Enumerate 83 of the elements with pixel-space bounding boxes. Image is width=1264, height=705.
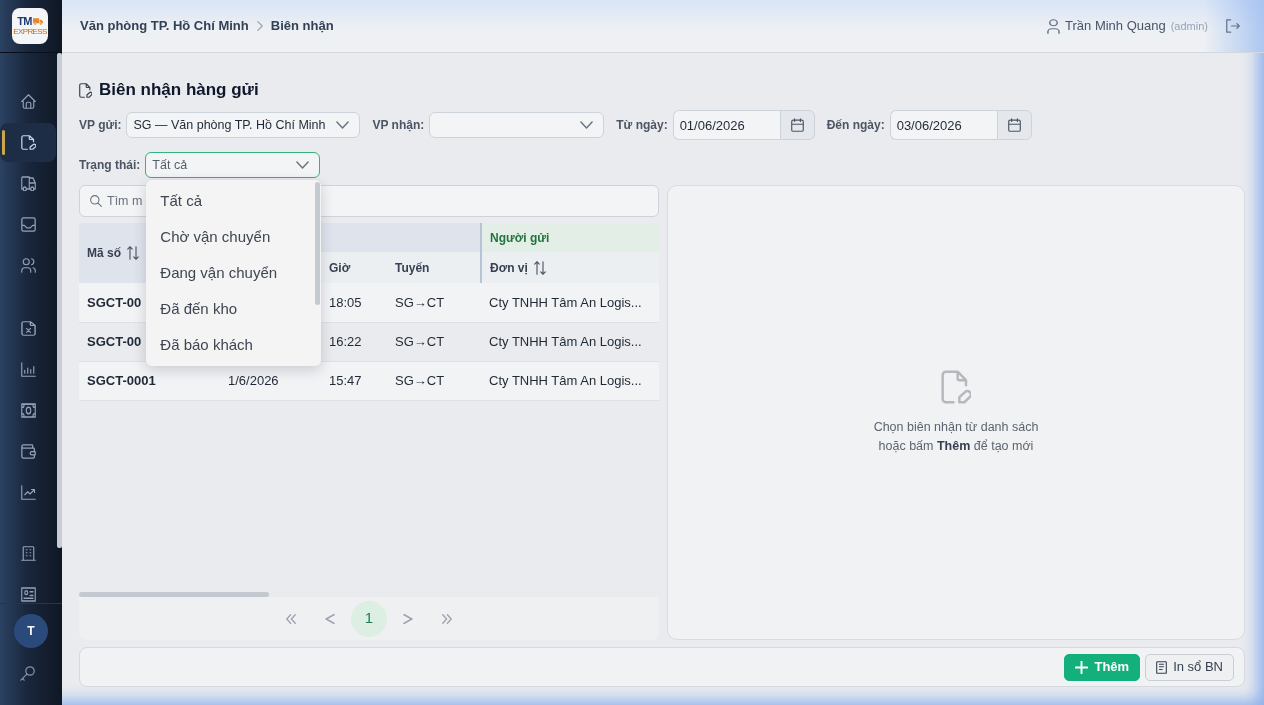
filter-label: Trạng thái: xyxy=(79,157,141,174)
file-pencil-icon xyxy=(79,82,92,98)
calendar-button[interactable] xyxy=(779,110,815,140)
column-header: Tuyến xyxy=(395,259,430,277)
scrollbar-thumb[interactable] xyxy=(315,182,321,305)
dropdown-option[interactable]: Đang vận chuyển xyxy=(146,255,313,291)
double-chevron-right-icon xyxy=(442,613,452,624)
dropdown-option[interactable]: Đã báo khách xyxy=(146,327,313,363)
column-header: Giờ xyxy=(329,259,351,277)
receipt-code: SGCT-00 xyxy=(87,333,142,349)
scrollbar-thumb[interactable] xyxy=(57,53,62,548)
logo-text: TM xyxy=(17,16,32,27)
receipt-date: 1/6/2026 xyxy=(228,372,279,388)
receipt-time: 18:05 xyxy=(329,294,362,310)
receipt-code: SGCT-00 xyxy=(87,294,142,310)
chevron-left-icon xyxy=(325,613,335,624)
sort-arrows-icon xyxy=(533,260,546,275)
sender-unit: Cty TNHH Tâm An Logis... xyxy=(489,372,642,388)
dropdown-option[interactable]: Đã đến kho xyxy=(146,291,313,327)
sender-unit: Cty TNHH Tâm An Logis... xyxy=(489,333,642,349)
logo-tagline: EXPRESS xyxy=(13,28,47,36)
double-chevron-left-icon xyxy=(286,613,296,624)
user-name: Trần Minh Quang xyxy=(1065,17,1166,36)
logout-icon xyxy=(1226,19,1240,33)
key-icon xyxy=(20,666,35,681)
route-text: SG→CT xyxy=(395,294,445,310)
banknote-icon xyxy=(20,402,36,418)
calendar-icon xyxy=(1007,118,1021,132)
print-book-button[interactable]: In sổ BN xyxy=(1145,653,1234,681)
user-avatar[interactable]: T xyxy=(14,614,48,648)
column-header[interactable]: Mã số xyxy=(87,244,139,262)
id-card-icon xyxy=(20,586,36,602)
status-select[interactable]: Tất cả xyxy=(145,152,321,178)
calendar-icon xyxy=(790,118,804,132)
dropdown-option[interactable]: Chờ vận chuyển xyxy=(146,219,313,255)
dropdown-option[interactable]: Tất cả xyxy=(146,183,313,219)
users-icon xyxy=(20,257,36,273)
truck-icon xyxy=(20,175,36,191)
date-field[interactable]: 01/06/2026 xyxy=(672,110,780,140)
line-chart-icon xyxy=(20,484,36,500)
filter-label: VP gửi: xyxy=(79,117,122,134)
page-title: Biên nhận hàng gửi xyxy=(99,79,259,101)
breadcrumb-current: Biên nhận xyxy=(270,17,334,36)
chevron-right-icon xyxy=(256,21,263,31)
column-header[interactable]: Đơn vị xyxy=(490,258,546,277)
sort-arrows-icon xyxy=(127,246,139,260)
chevron-down-icon xyxy=(580,121,594,129)
logout-button[interactable] xyxy=(1226,19,1240,33)
chevron-down-icon xyxy=(336,121,350,129)
page-button[interactable]: 1 xyxy=(351,600,387,637)
route-text: SG→CT xyxy=(395,372,445,388)
office-select[interactable]: SG — Văn phòng TP. Hồ Chí Minh xyxy=(126,112,361,138)
scrollbar-thumb[interactable] xyxy=(79,592,269,597)
breadcrumb-link[interactable]: Văn phòng TP. Hồ Chí Minh xyxy=(80,16,249,36)
bar-chart-icon xyxy=(20,361,36,377)
notebook-icon xyxy=(1156,660,1168,674)
receipt-time: 15:47 xyxy=(329,372,362,388)
user-role: (admin) xyxy=(1170,18,1208,34)
truck-icon xyxy=(32,18,43,25)
empty-state-message: Chọn biên nhận từ danh sách hoặc bấm Thêm để tạo mới xyxy=(872,418,1040,455)
sender-unit: Cty TNHH Tâm An Logis... xyxy=(489,294,642,310)
wallet-icon xyxy=(20,443,36,459)
sidebar-nav-button[interactable] xyxy=(0,122,56,162)
chevron-right-icon xyxy=(403,613,413,624)
calendar-button[interactable] xyxy=(996,110,1032,140)
tray-icon xyxy=(20,216,36,232)
file-pencil-icon xyxy=(941,369,971,404)
column-group-header: Người gửi xyxy=(490,230,550,245)
filter-label: VP nhận: xyxy=(372,117,425,134)
filter-label: Từ ngày: xyxy=(616,117,668,134)
receipt-time: 16:22 xyxy=(329,333,362,349)
plus-icon xyxy=(1075,660,1089,674)
user-icon xyxy=(1047,18,1060,34)
receipt-code: SGCT-0001 xyxy=(87,372,156,388)
filter-label: Đến ngày: xyxy=(826,117,885,134)
date-field[interactable]: 03/06/2026 xyxy=(889,110,997,140)
file-pencil-icon xyxy=(20,134,36,150)
home-icon xyxy=(20,93,36,109)
route-text: SG→CT xyxy=(395,333,445,349)
spreadsheet-file-icon xyxy=(20,320,36,336)
chevron-down-icon xyxy=(296,161,310,169)
building-icon xyxy=(20,545,36,561)
search-icon xyxy=(90,195,102,207)
